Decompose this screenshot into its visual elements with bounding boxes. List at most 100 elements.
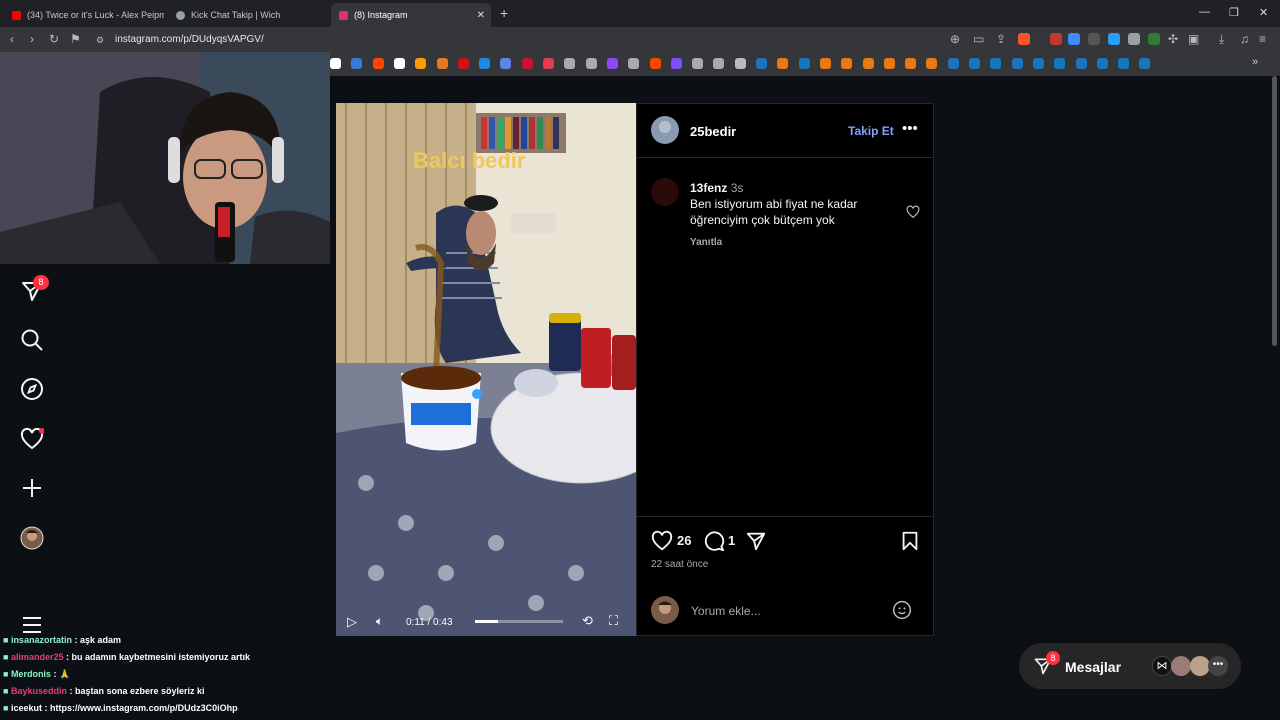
bookmark-favicon-icon[interactable] bbox=[500, 58, 512, 69]
bookmark-favicon-icon[interactable] bbox=[670, 58, 682, 69]
brave-shield-icon[interactable] bbox=[1018, 33, 1030, 45]
create-plus-icon[interactable] bbox=[20, 476, 44, 500]
bookmark-favicon-icon[interactable] bbox=[883, 58, 895, 69]
notifications-heart-icon[interactable] bbox=[20, 427, 45, 451]
zoom-icon[interactable]: ⊕ bbox=[950, 32, 960, 46]
bookmark-favicon-icon[interactable] bbox=[457, 58, 469, 69]
bookmark-favicon-icon[interactable] bbox=[479, 58, 491, 69]
bookmark-favicon-icon[interactable] bbox=[1096, 58, 1108, 69]
add-comment-input[interactable]: Yorum ekle... bbox=[691, 604, 761, 618]
bookmark-favicon-icon[interactable] bbox=[585, 58, 597, 69]
menu-icon[interactable]: ≡ bbox=[1259, 32, 1266, 46]
bookmark-favicon-icon[interactable] bbox=[1139, 58, 1151, 69]
comment-like-icon[interactable] bbox=[906, 205, 920, 219]
site-info-icon[interactable]: ⚙ bbox=[96, 35, 104, 46]
extensions-puzzle-icon[interactable]: ✣ bbox=[1168, 32, 1178, 46]
bookmark-favicon-icon[interactable] bbox=[947, 58, 959, 69]
extension-icon[interactable] bbox=[1108, 33, 1120, 45]
bookmarks-overflow-icon[interactable]: » bbox=[1252, 56, 1258, 68]
extension-icon[interactable] bbox=[1088, 33, 1100, 45]
new-tab-button[interactable]: + bbox=[500, 5, 508, 21]
replay-icon[interactable]: ⟲ bbox=[582, 613, 593, 629]
author-avatar[interactable] bbox=[651, 116, 679, 144]
youtube-icon bbox=[12, 10, 21, 20]
author-username[interactable]: 25bedir bbox=[690, 124, 736, 139]
notif-badge: 8 bbox=[33, 275, 49, 290]
sidebar-toggle-icon[interactable]: ▣ bbox=[1188, 32, 1199, 46]
bookmark-favicon-icon[interactable] bbox=[372, 58, 384, 69]
bookmark-favicon-icon[interactable] bbox=[734, 58, 746, 69]
bookmark-favicon-icon[interactable] bbox=[415, 58, 427, 69]
bookmark-favicon-icon[interactable] bbox=[330, 58, 341, 69]
bookmark-page-icon[interactable]: ⚑ bbox=[70, 32, 81, 46]
url-field[interactable]: instagram.com/p/DUdyqsVAPGV/ bbox=[115, 34, 264, 45]
tab-instagram[interactable]: (8) Instagram ✕ bbox=[331, 3, 491, 27]
bookmark-favicon-icon[interactable] bbox=[926, 58, 938, 69]
commenter-avatar[interactable] bbox=[651, 178, 679, 206]
reload-icon[interactable]: ↻ bbox=[49, 32, 59, 46]
bookmark-favicon-icon[interactable] bbox=[969, 58, 980, 69]
tab-kick-chat[interactable]: Kick Chat Takip | Wich bbox=[168, 3, 328, 27]
extension-icon[interactable] bbox=[1068, 33, 1080, 45]
extension-icon[interactable] bbox=[1050, 33, 1062, 45]
follow-button[interactable]: Takip Et bbox=[848, 124, 894, 138]
bookmark-favicon-icon[interactable] bbox=[351, 58, 363, 69]
save-bookmark-icon[interactable] bbox=[899, 530, 921, 552]
search-icon[interactable] bbox=[20, 328, 44, 352]
tab-youtube[interactable]: (34) Twice or it's Luck - Alex Peipman bbox=[4, 3, 164, 27]
fullscreen-icon[interactable]: ⛶ bbox=[609, 613, 618, 629]
bookmark-favicon-icon[interactable] bbox=[436, 58, 448, 69]
more-menu-icon[interactable] bbox=[20, 613, 44, 637]
reply-button[interactable]: Yanıtla bbox=[690, 237, 722, 248]
comment-icon[interactable] bbox=[703, 530, 725, 552]
maximize-icon[interactable]: ❐ bbox=[1229, 6, 1239, 19]
explore-icon[interactable] bbox=[20, 377, 44, 401]
bookmark-favicon-icon[interactable] bbox=[649, 58, 661, 69]
bookmark-favicon-icon[interactable] bbox=[543, 58, 554, 69]
bookmark-favicon-icon[interactable] bbox=[862, 58, 874, 69]
bookmark-favicon-icon[interactable] bbox=[1075, 58, 1087, 69]
bookmark-favicon-icon[interactable] bbox=[692, 58, 704, 69]
volume-icon[interactable]: 🔈︎ bbox=[376, 614, 383, 629]
profile-avatar[interactable] bbox=[20, 526, 44, 550]
media-icon[interactable]: ♫ bbox=[1240, 32, 1249, 46]
share-icon[interactable] bbox=[745, 530, 767, 552]
forward-icon[interactable]: › bbox=[30, 32, 34, 46]
page-scrollbar[interactable] bbox=[1272, 76, 1277, 346]
close-tab-icon[interactable]: ✕ bbox=[477, 10, 485, 21]
bookmark-favicon-icon[interactable] bbox=[713, 58, 725, 69]
like-icon[interactable] bbox=[651, 530, 673, 552]
bookmark-favicon-icon[interactable] bbox=[1032, 58, 1044, 69]
bookmark-favicon-icon[interactable] bbox=[521, 58, 533, 69]
bookmark-favicon-icon[interactable] bbox=[606, 58, 618, 69]
minimize-icon[interactable]: — bbox=[1199, 6, 1210, 18]
bookmark-favicon-icon[interactable] bbox=[777, 58, 789, 69]
back-icon[interactable]: ‹ bbox=[10, 32, 14, 46]
play-icon[interactable]: ▷ bbox=[347, 614, 357, 630]
bookmark-favicon-icon[interactable] bbox=[628, 58, 640, 69]
bookmark-favicon-icon[interactable] bbox=[990, 58, 1002, 69]
bookmark-favicon-icon[interactable] bbox=[819, 58, 831, 69]
bookmark-favicon-icon[interactable] bbox=[564, 58, 576, 69]
messages-button[interactable]: 8 Mesajlar ⋈ ••• bbox=[1019, 643, 1241, 689]
more-options-icon[interactable]: ••• bbox=[902, 120, 918, 137]
cast-icon[interactable]: ▭ bbox=[973, 32, 984, 46]
bookmark-favicon-icon[interactable] bbox=[841, 58, 853, 69]
bookmark-favicon-icon[interactable] bbox=[756, 58, 767, 69]
bookmark-favicon-icon[interactable] bbox=[1054, 58, 1066, 69]
seek-bar[interactable] bbox=[475, 620, 563, 623]
share-icon[interactable]: ⇪ bbox=[996, 32, 1006, 46]
comment-username[interactable]: 13fenz bbox=[690, 181, 727, 195]
extension-icon[interactable] bbox=[1128, 33, 1140, 45]
bookmark-favicon-icon[interactable] bbox=[1011, 58, 1023, 69]
chat-text: : baştan sona ezbere söyleriz ki bbox=[66, 686, 205, 696]
close-window-icon[interactable]: ✕ bbox=[1259, 6, 1268, 19]
bookmark-favicon-icon[interactable] bbox=[798, 58, 810, 69]
bookmark-favicon-icon[interactable] bbox=[393, 58, 405, 69]
extension-icon[interactable] bbox=[1148, 33, 1160, 45]
bookmark-favicon-icon[interactable] bbox=[1118, 58, 1130, 69]
emoji-icon[interactable] bbox=[892, 600, 912, 620]
post-video[interactable]: Balcı bedir ▷ 🔈︎ 0:11 / 0:43 ⟲ ⛶ bbox=[336, 103, 636, 636]
bookmark-favicon-icon[interactable] bbox=[905, 58, 917, 69]
download-icon[interactable]: ⤓ bbox=[1219, 32, 1224, 47]
